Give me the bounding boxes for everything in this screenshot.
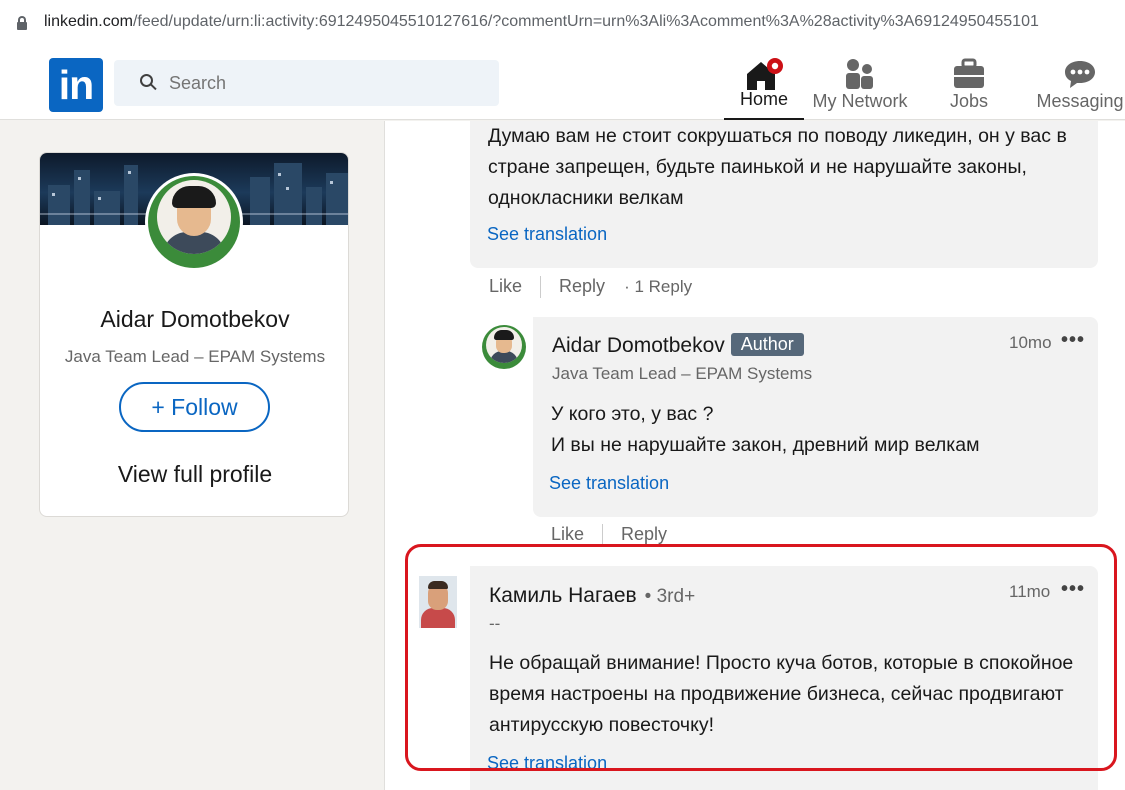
like-button[interactable]: Like bbox=[551, 524, 584, 544]
like-button[interactable]: Like bbox=[489, 276, 522, 296]
search-icon bbox=[140, 74, 157, 91]
linkedin-logo[interactable]: in bbox=[49, 58, 103, 112]
search-box[interactable] bbox=[114, 60, 499, 106]
profile-headline: Java Team Lead – EPAM Systems bbox=[64, 347, 326, 366]
lock-icon bbox=[17, 16, 27, 30]
nav-home[interactable]: Home bbox=[724, 54, 804, 120]
url-text[interactable]: linkedin.com/feed/update/urn:li:activity… bbox=[44, 13, 1039, 31]
comment-author-headline: Java Team Lead – EPAM Systems bbox=[552, 364, 813, 383]
nav-my-network[interactable]: My Network bbox=[806, 54, 914, 120]
search-input[interactable] bbox=[169, 60, 469, 106]
home-icon bbox=[747, 58, 783, 90]
comment-actions: Like Reply bbox=[551, 524, 667, 544]
follow-button[interactable]: + Follow bbox=[119, 382, 270, 432]
comment-text: Думаю вам не стоит сокрушаться по поводу… bbox=[488, 125, 1067, 209]
top-navigation: in Home My Network Jobs bbox=[0, 46, 1125, 120]
reply-button[interactable]: Reply bbox=[559, 276, 605, 296]
nav-messaging-label: Messaging bbox=[1036, 91, 1124, 111]
comment-bubble: Думаю вам не стоит сокрушаться по поводу… bbox=[470, 121, 1098, 268]
comment-actions: Like Reply · 1 Reply bbox=[489, 276, 692, 299]
comment-author-name[interactable]: Aidar Domotbekov Author bbox=[552, 333, 804, 358]
reply-count-link[interactable]: · 1 Reply bbox=[624, 277, 692, 296]
more-options-icon[interactable]: ••• bbox=[1061, 329, 1085, 352]
comment-text-line: У кого это, у вас ? bbox=[551, 403, 714, 425]
comment-text-line: И вы не нарушайте закон, древний мир вел… bbox=[551, 434, 980, 456]
nav-jobs-label: Jobs bbox=[949, 91, 989, 111]
reply-button[interactable]: Reply bbox=[621, 524, 667, 544]
nav-home-label: Home bbox=[739, 89, 788, 109]
browser-address-bar[interactable]: linkedin.com/feed/update/urn:li:activity… bbox=[0, 0, 1125, 46]
nav-my-network-label: My Network bbox=[812, 91, 908, 111]
profile-avatar[interactable] bbox=[145, 173, 243, 271]
comment-timestamp: 10mo bbox=[1009, 333, 1052, 352]
nav-jobs[interactable]: Jobs bbox=[930, 54, 1008, 120]
briefcase-icon bbox=[954, 58, 984, 88]
commenter-avatar[interactable] bbox=[482, 325, 526, 369]
see-translation-link[interactable]: See translation bbox=[487, 224, 607, 245]
profile-name[interactable]: Aidar Domotbekov bbox=[40, 306, 348, 333]
messaging-icon bbox=[1065, 61, 1095, 88]
see-translation-link[interactable]: See translation bbox=[549, 473, 669, 494]
nav-messaging[interactable]: Messaging bbox=[1030, 54, 1125, 120]
author-profile-card: Aidar Domotbekov Java Team Lead – EPAM S… bbox=[39, 152, 349, 517]
people-icon bbox=[846, 59, 873, 89]
author-badge: Author bbox=[730, 333, 804, 356]
view-full-profile-link[interactable]: View full profile bbox=[40, 461, 348, 488]
highlight-annotation bbox=[405, 544, 1117, 771]
